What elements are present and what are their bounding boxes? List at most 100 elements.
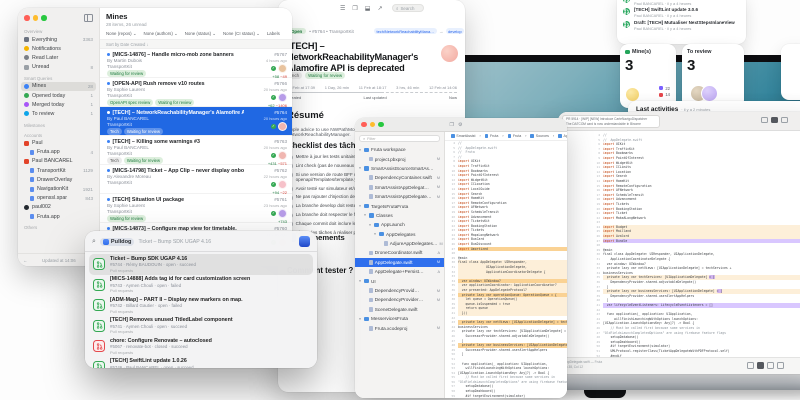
file-tree-item[interactable]: AdjureAppDelegates… M xyxy=(355,239,444,248)
disclosure-icon[interactable]: ▾ xyxy=(358,317,362,321)
labels-filter[interactable]: Labels xyxy=(267,31,280,37)
pulldog-result[interactable]: [ADM-Map] – PART II – Display new marker… xyxy=(89,295,313,316)
sidebar-toggle-icon[interactable] xyxy=(84,14,93,22)
notification-row[interactable]: Draft: [TECH] Mutualiser NextStepsInlane… xyxy=(617,18,746,31)
disclosure-icon[interactable]: ▾ xyxy=(358,279,362,283)
sidebar-item-fruta-app[interactable]: Fruta.app 4 xyxy=(21,148,96,157)
pr-list-item[interactable]: [MICS-14798] Ticket – App Clip – never d… xyxy=(100,165,292,195)
sidebar-toggle-icon[interactable]: ☰ xyxy=(340,5,345,12)
traffic-lights[interactable] xyxy=(361,121,384,128)
share-icon[interactable]: ↗ xyxy=(377,5,382,12)
pr-list-item[interactable]: [TECH] Situation UI package By Sophie Lau… xyxy=(100,194,292,224)
file-tree-item[interactable]: DependencyProvider… M xyxy=(355,295,444,304)
file-tree-item[interactable]: project.pbxproj M xyxy=(355,154,444,163)
pr-list-item[interactable]: [MICS-14876] – Handle micro-mob zone ban… xyxy=(100,49,292,79)
file-tree-item[interactable]: ▾ Classes xyxy=(355,211,444,220)
breadcrumb-item[interactable]: Fruta xyxy=(507,134,521,138)
sidebar-item-draweroverlay[interactable]: DrawerOverlay xyxy=(21,175,96,184)
columns-icon[interactable]: ❐ xyxy=(352,5,357,12)
code-editor-left[interactable]: 4//5// AppDelegate.swift 6// Fruta 7//8 imp… xyxy=(445,141,567,398)
file-tree-item[interactable]: ▾ UI xyxy=(355,276,444,285)
pulldog-result[interactable]: [TECH] Removes unused TitledLabel compon… xyxy=(89,316,313,337)
disclosure-icon[interactable]: ▾ xyxy=(358,204,362,208)
notification-subtitle: Paul BANCAREL · il y a 4 heures xyxy=(634,0,692,6)
back-icon[interactable]: ← xyxy=(23,258,27,263)
search-input[interactable]: ⌕ Search xyxy=(392,4,424,12)
sidebar-item-everything[interactable]: Everything 3363 xyxy=(21,35,96,44)
file-tree-item[interactable]: DroneCoordinator.swift A xyxy=(355,248,444,257)
branch-info[interactable]: tech/NetworkReachabilityManager → develo… xyxy=(374,28,465,34)
breadcrumb[interactable]: SmartAssist›Fruta›Fruta›Sources›AppDeleg… xyxy=(445,132,567,141)
traffic-lights[interactable] xyxy=(24,15,47,21)
widget-to-review[interactable]: To review 3 il y a 2 minutes xyxy=(682,44,744,108)
pr-time: 4 hours ago xyxy=(265,57,287,63)
sidebar-item-navigationkit[interactable]: NavigationKit 1921 xyxy=(21,184,96,193)
sidebar-item-openssl-spar[interactable]: openssl.spar 843 xyxy=(21,194,96,203)
sidebar-item-unread[interactable]: Unread 8 xyxy=(21,63,96,72)
pulldog-result[interactable]: chore: Configure Renovate – autoclosed #5… xyxy=(89,336,313,357)
file-tree-item[interactable]: Fruta.xcodeproj M xyxy=(355,323,444,332)
editor-tabs-icon[interactable]: ❐ xyxy=(450,122,454,128)
code-editor-right[interactable]: 4//5// AppDelegate.swift 6 import UIKit 7 im… xyxy=(558,131,800,359)
sidebar-item-merged-today[interactable]: Merged today 1 xyxy=(21,100,96,109)
disclosure-icon[interactable]: ▾ xyxy=(358,148,362,152)
notification-row[interactable]: [TECH] SwiftLint update 3.0.6 Paul BANCAR… xyxy=(617,5,746,18)
editor-layout-icons[interactable] xyxy=(761,117,788,123)
pr-list-item[interactable]: [OPEN-API] Rush remove v10 routes By Soph… xyxy=(100,78,292,108)
sidebar-item-fruta-app[interactable]: Fruta.app xyxy=(21,212,96,221)
breadcrumb-item[interactable]: AppDelegate.swift xyxy=(558,134,567,138)
pr-list-item[interactable]: [TECH] – NetworkReachabilityManager's Al… xyxy=(100,107,292,136)
disclosure-icon[interactable]: ▾ xyxy=(358,166,362,170)
sidebar-item-to-review[interactable]: To review 1 xyxy=(21,109,96,118)
filter-input[interactable]: ⌕ Filter xyxy=(359,135,440,142)
sidebar-item-notifications[interactable]: Notifications xyxy=(21,44,96,53)
sidebar-item-opened-today[interactable]: Opened today 1 xyxy=(21,91,96,100)
editor-left-titlebar[interactable]: ❐ ⚙ xyxy=(355,118,567,132)
file-tree-item[interactable]: ▾ SmartAssistSourceSmartAs… xyxy=(355,164,444,173)
breadcrumb-item[interactable]: SmartAssist xyxy=(451,134,475,138)
file-tree-item[interactable]: ▾ Fruta workspace xyxy=(355,145,444,154)
sidebar-item-paul[interactable]: Paul xyxy=(21,139,96,148)
pulldog-result[interactable]: Ticket – Bump SDK UGAP 4.16 #5744 · Rémy … xyxy=(89,254,313,275)
pr-banner[interactable]: PR 5914 · [WIP] [NEW] Introduce CarteNav… xyxy=(562,114,660,128)
notification-row[interactable]: [TECH] – NetworkReachabilityManager's Al… xyxy=(617,0,746,6)
pr-list-item[interactable]: [TECH] – Killing some warnings #3 By Paul… xyxy=(100,136,292,166)
file-tree-item[interactable]: DependencyContainer.swift M xyxy=(355,173,444,182)
disclosure-icon[interactable]: ▾ xyxy=(368,223,372,227)
sidebar-item-paul-bancarel[interactable]: Paul BANCAREL xyxy=(21,157,96,166)
filter-dropdown[interactable]: None (CI status) ⌄ xyxy=(223,31,260,37)
pulldog-search-bar[interactable]: ⌕ Pulldog Ticket – Bump SDK UGAP 4.16 xyxy=(85,231,317,252)
file-tree-item[interactable]: ▾ AppLaunch xyxy=(355,220,444,229)
widget-mine[interactable]: Mine(s) 3 2214 il y a 2 minutes xyxy=(620,44,676,108)
file-tree-item[interactable]: ▾ MesservicesFruta xyxy=(355,314,444,323)
file-tree-item[interactable]: AppDelegate+Persist… A xyxy=(355,267,444,276)
source-branch-chip[interactable]: tech/NetworkReachabilityManager xyxy=(374,28,437,34)
pulldog-result[interactable]: [TECH] SwiftLint update 1.0.26 #5746 · Pa… xyxy=(89,357,313,368)
disclosure-icon[interactable]: ▾ xyxy=(373,232,377,236)
sort-bar[interactable]: Sort by Date Created ↓ xyxy=(100,39,292,49)
sidebar-item-read-later[interactable]: Read Later xyxy=(21,53,96,62)
breadcrumb-item[interactable]: Fruta xyxy=(484,134,498,138)
file-tree-item[interactable]: ▾ TargetsFrutaFruta xyxy=(355,201,444,210)
file-tree-item[interactable]: ▾ AppDelegates xyxy=(355,230,444,239)
filter-dropdown[interactable]: None (status) ⌄ xyxy=(185,31,216,37)
target-branch-chip[interactable]: develop xyxy=(445,28,465,34)
filter-dropdown[interactable]: None (authors) ⌄ xyxy=(144,31,178,37)
file-tree-item[interactable]: DependencyProvid… M xyxy=(355,286,444,295)
sidebar-item-mines[interactable]: Mines 28 xyxy=(21,81,96,91)
statusbar-view-icons[interactable] xyxy=(747,362,784,369)
sidebar-item-transportkit[interactable]: TransportKit 1129 xyxy=(21,166,96,175)
filter-dropdown[interactable]: None (repos) ⌄ xyxy=(106,31,137,37)
editor-right-titlebar[interactable]: PR 5914 · [WIP] [NEW] Introduce CarteNav… xyxy=(558,112,800,131)
disclosure-icon[interactable]: ▾ xyxy=(363,213,367,217)
file-tree-item[interactable]: AppDelegate.swift M xyxy=(355,257,444,268)
file-tree-item[interactable]: SceneDelegate.swift xyxy=(355,305,444,314)
sidebar-item-paul002[interactable]: paul002 xyxy=(21,203,96,212)
file-tree-item[interactable]: SmartAssistAppDelegat… M xyxy=(355,183,444,192)
detail-toolbar[interactable]: ☰ ❐ ⬓ ↗ xyxy=(340,5,382,12)
pulldog-result[interactable]: [MICS-14888] Adds tag id for card custom… xyxy=(89,275,313,296)
tray-icon[interactable]: ⬓ xyxy=(365,5,371,12)
file-tree-item[interactable]: SmartAssistAppDelegate… M xyxy=(355,192,444,201)
breadcrumb-item[interactable]: Sources xyxy=(530,134,549,138)
gear-icon[interactable]: ⚙ xyxy=(458,122,462,128)
